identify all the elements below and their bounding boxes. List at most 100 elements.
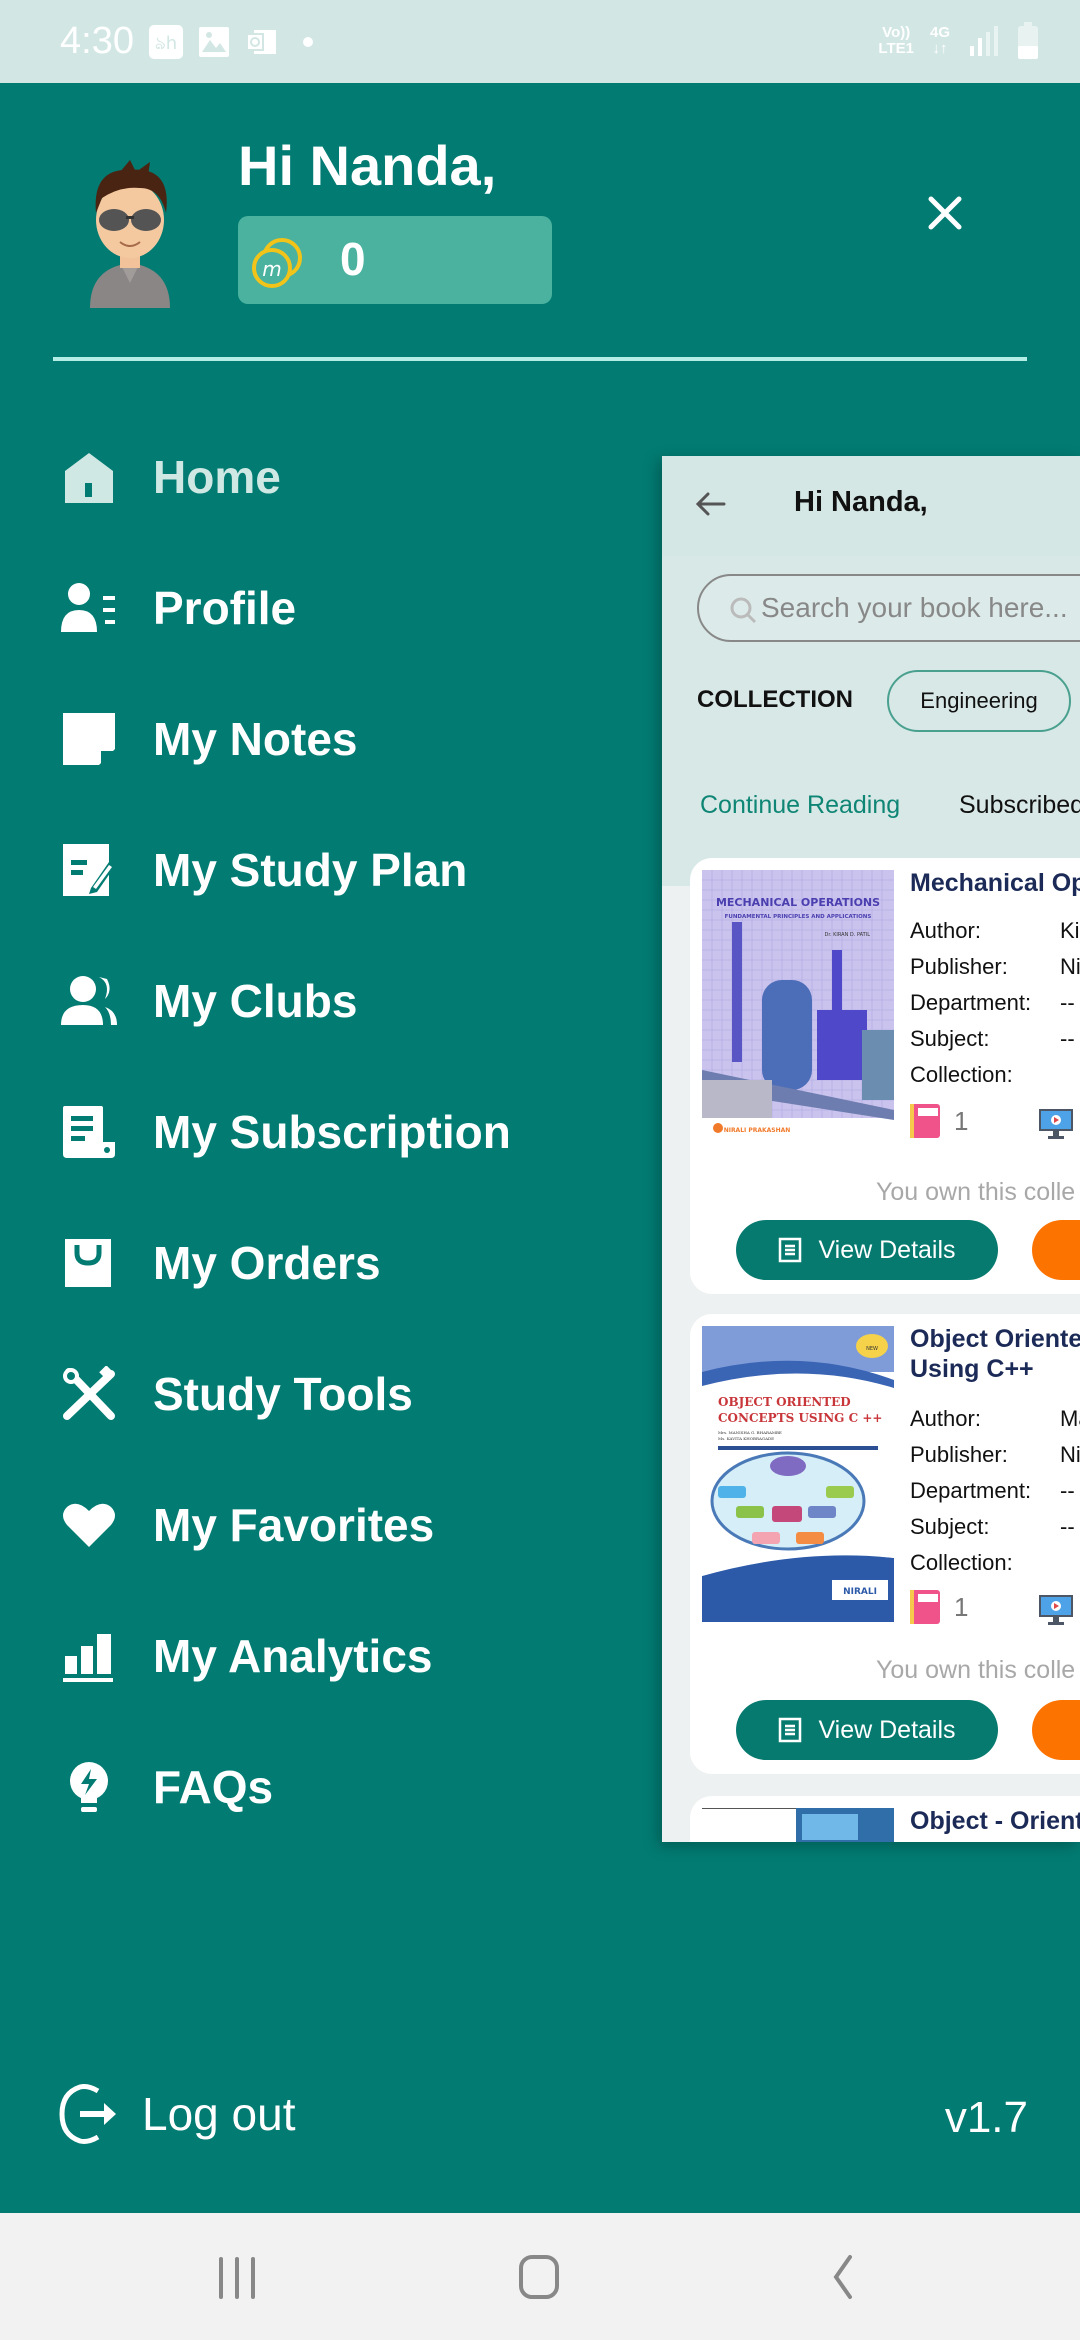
view-details-label: View Details <box>818 1715 956 1744</box>
book-publisher: Publisher: Ni <box>910 954 1080 980</box>
video-icon <box>1039 1595 1073 1625</box>
tab-continue-reading[interactable]: Continue Reading <box>700 791 900 820</box>
preview-top-section: Search your book here... COLLECTION Engi… <box>662 556 1080 886</box>
signal-icon <box>970 26 998 56</box>
ebook-icon <box>910 1104 940 1138</box>
book-department: Department: -- <box>910 990 1075 1016</box>
tab-subscribed[interactable]: Subscribed <box>959 791 1080 820</box>
back-icon[interactable] <box>812 2249 872 2305</box>
orders-bag-icon <box>55 1229 123 1297</box>
collection-chip-engineering[interactable]: Engineering <box>887 670 1071 732</box>
book-department: Department: -- <box>910 1478 1075 1504</box>
menu-item-my-favorites[interactable]: My Favorites <box>55 1485 615 1565</box>
menu-label: Profile <box>153 582 297 634</box>
book-title[interactable]: Object Oriente Using C++ <box>910 1324 1080 1384</box>
book-card[interactable]: Object - Orient <box>690 1796 1080 1842</box>
lte-text: LTE1 <box>878 40 914 57</box>
book-subject: Subject: -- <box>910 1514 1075 1540</box>
subject-key: Subject: <box>910 1514 990 1539</box>
lightbulb-icon <box>55 1753 123 1821</box>
department-key: Department: <box>910 990 1032 1015</box>
view-details-label: View Details <box>818 1235 956 1264</box>
coins-badge[interactable]: m 0 <box>238 216 552 304</box>
book-title[interactable]: Object - Orient <box>910 1806 1080 1836</box>
avatar <box>90 160 170 308</box>
department-key: Department: <box>910 1478 1032 1503</box>
book-cover-image: MECHANICAL OPERATIONS FUNDAMENTAL PRINCI… <box>702 870 894 1140</box>
coin-icon: m <box>252 238 302 288</box>
gallery-icon <box>199 27 229 57</box>
network-type: 4G ↓↑ <box>930 25 950 57</box>
publisher-key: Publisher: <box>910 954 1008 979</box>
coin-count: 0 <box>340 233 366 285</box>
search-placeholder: Search your book here... <box>761 592 1068 623</box>
publisher-value: Ni <box>1060 954 1080 979</box>
book-title-line: Object Oriente <box>910 1325 1080 1353</box>
read-button[interactable] <box>1032 1220 1080 1280</box>
preview-header: Hi Nanda, <box>662 456 1080 556</box>
study-plan-icon <box>55 836 123 904</box>
back-arrow-icon[interactable] <box>692 486 728 522</box>
svg-text:NEW: NEW <box>866 1346 878 1352</box>
menu-item-my-clubs[interactable]: My Clubs <box>55 961 615 1041</box>
read-button[interactable] <box>1032 1700 1080 1760</box>
home-button-icon[interactable] <box>509 2249 569 2305</box>
book-author: Author: Ma <box>910 1406 1080 1432</box>
book-title-line: Using C++ <box>910 1355 1034 1383</box>
book-card[interactable]: NEW OBJECT ORIENTED CONCEPTS USING C ++ … <box>690 1314 1080 1774</box>
menu-item-profile[interactable]: Profile <box>55 568 615 648</box>
svg-text:Dr. KIRAN D. PATIL: Dr. KIRAN D. PATIL <box>825 932 871 938</box>
menu-item-my-study-plan[interactable]: My Study Plan <box>55 830 615 910</box>
header-divider <box>53 357 1027 361</box>
book-title[interactable]: Mechanical Op <box>910 868 1080 898</box>
main-screen-preview[interactable]: Hi Nanda, Search your book here... COLLE… <box>662 456 1080 1842</box>
collection-key: Collection: <box>910 1062 1013 1087</box>
view-details-button[interactable]: View Details <box>736 1700 998 1760</box>
app-notification-icon: ঌh <box>149 25 183 59</box>
svg-text:MECHANICAL OPERATIONS: MECHANICAL OPERATIONS <box>716 896 880 909</box>
menu-label: My Analytics <box>153 1630 433 1682</box>
app-version: v1.7 <box>944 2093 1028 2142</box>
menu-item-faqs[interactable]: FAQs <box>55 1747 615 1827</box>
recents-icon[interactable] <box>207 2249 267 2305</box>
collection-label: COLLECTION <box>697 686 853 713</box>
logout-button[interactable]: Log out <box>58 2083 295 2145</box>
menu-item-study-tools[interactable]: Study Tools <box>55 1354 615 1434</box>
svg-text:m: m <box>262 257 281 281</box>
department-value: -- <box>1060 1478 1075 1503</box>
system-nav-bar <box>0 2213 1080 2340</box>
menu-item-home[interactable]: Home <box>55 437 615 517</box>
ebook-count: 1 <box>954 1106 969 1136</box>
document-icon <box>779 1237 802 1263</box>
book-collection: Collection: <box>910 1550 1060 1576</box>
ebook-icon <box>910 1590 940 1624</box>
book-collection: Collection: <box>910 1062 1060 1088</box>
menu-item-my-subscription[interactable]: My Subscription <box>55 1092 615 1172</box>
view-details-button[interactable]: View Details <box>736 1220 998 1280</box>
dot-icon <box>303 37 313 47</box>
preview-title: Hi Nanda, <box>794 486 928 518</box>
ownership-text: You own this colle <box>876 1656 1076 1684</box>
logout-label: Log out <box>142 2088 296 2140</box>
document-icon <box>779 1717 802 1743</box>
drawer-greeting: Hi Nanda, <box>238 134 497 197</box>
svg-text:CONCEPTS USING C ++: CONCEPTS USING C ++ <box>718 1411 882 1425</box>
menu-label: My Clubs <box>153 975 358 1027</box>
menu-item-my-notes[interactable]: My Notes <box>55 699 615 779</box>
book-subject: Subject: -- <box>910 1026 1075 1052</box>
author-value: Ma <box>1060 1406 1080 1431</box>
battery-icon <box>1018 22 1038 59</box>
menu-item-my-analytics[interactable]: My Analytics <box>55 1616 615 1696</box>
menu-item-my-orders[interactable]: My Orders <box>55 1223 615 1303</box>
menu-label: My Notes <box>153 713 358 765</box>
department-value: -- <box>1060 990 1075 1015</box>
svg-text:FUNDAMENTAL PRINCIPLES AND APP: FUNDAMENTAL PRINCIPLES AND APPLICATIONS <box>725 914 872 920</box>
book-publisher: Publisher: Ni <box>910 1442 1080 1468</box>
publisher-key: Publisher: <box>910 1442 1008 1467</box>
author-value: Ki <box>1060 918 1080 943</box>
status-bar: 4:30 ঌh Vo)) LTE1 4G ↓↑ <box>0 0 1080 83</box>
ebook-count: 1 <box>954 1592 969 1622</box>
close-icon[interactable] <box>920 193 970 243</box>
book-card[interactable]: MECHANICAL OPERATIONS FUNDAMENTAL PRINCI… <box>690 858 1080 1294</box>
search-input[interactable]: Search your book here... <box>697 574 1080 642</box>
